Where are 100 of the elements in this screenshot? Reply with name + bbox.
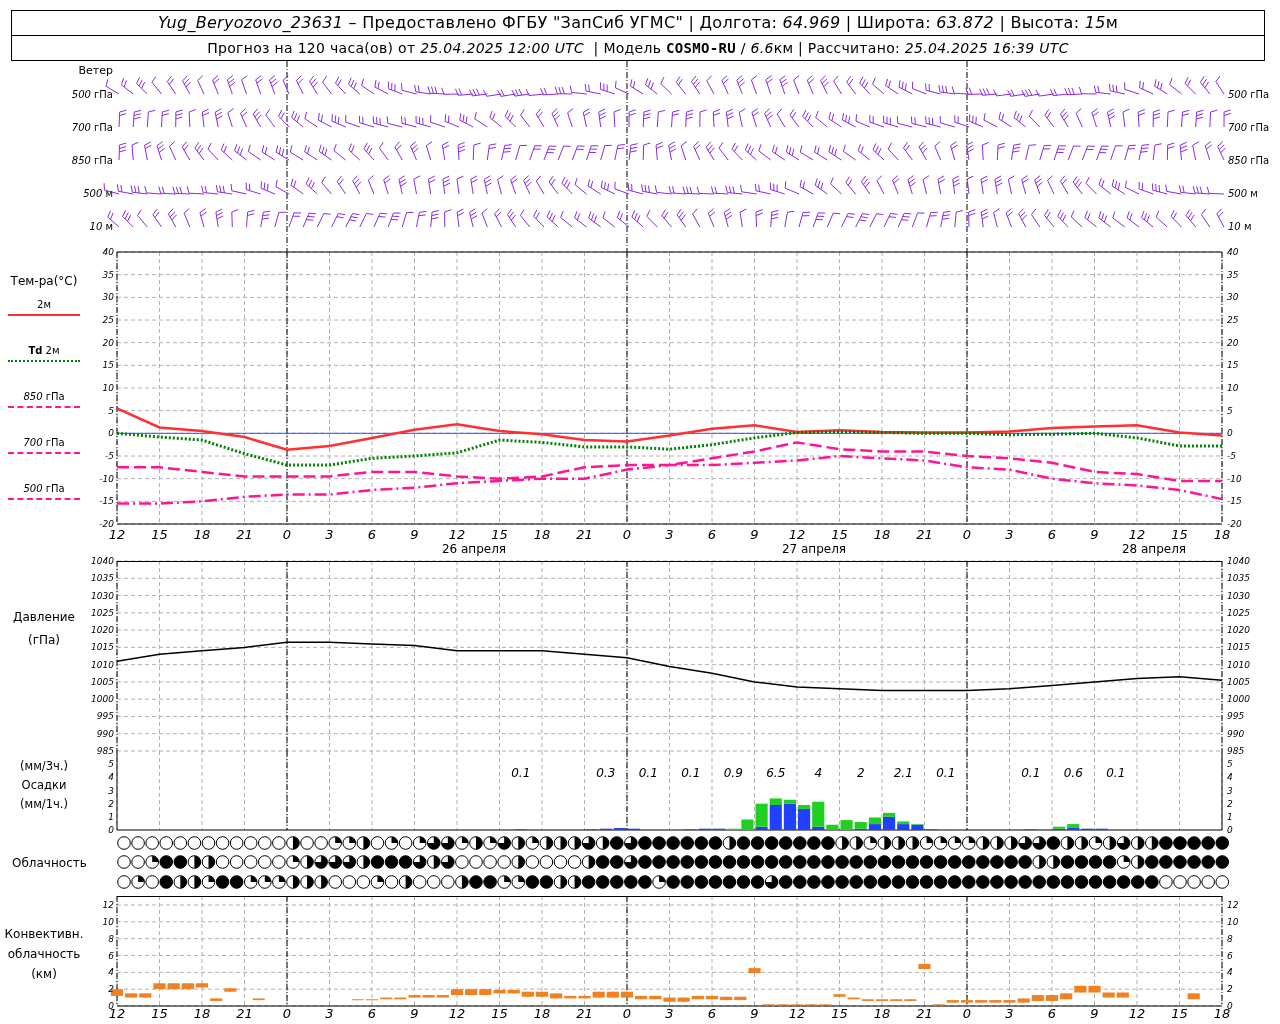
axis-tick-label: 6: [1047, 527, 1057, 542]
axis-tick-label: 1035: [91, 573, 114, 584]
axis-tick-label: 15: [102, 360, 114, 371]
axis-tick-label: 40: [102, 247, 114, 257]
axis-tick-label: 1030: [91, 590, 114, 601]
axis-tick-label: 1020: [1227, 625, 1250, 636]
axis-tick-label: 0: [962, 1006, 972, 1021]
axis-tick-label: 5: [108, 759, 114, 770]
axis-tick-label: -20: [99, 519, 114, 529]
axis-tick-label: 0: [622, 527, 632, 542]
day-label: 27 апреля: [781, 542, 847, 556]
legend-label: 850 гПа: [23, 390, 65, 404]
precipitation-total: 4: [814, 766, 823, 780]
axis-tick-label: 5: [108, 405, 114, 416]
day-label: 28 апреля: [1121, 542, 1187, 556]
axis-tick-label: 0: [622, 1006, 632, 1021]
axis-tick-label: 12: [102, 900, 114, 910]
axis-tick-label: 8: [1227, 933, 1233, 944]
axis-tick-label: -15: [99, 496, 114, 507]
precipitation-label: Осадки: [21, 777, 67, 794]
axis-tick-label: 15: [1171, 527, 1188, 542]
axis-tick-label: 15: [831, 1006, 848, 1021]
axis-tick-label: 9: [750, 527, 759, 542]
axis-tick-label: 15: [1227, 360, 1239, 371]
axis-tick-label: 6: [367, 527, 377, 542]
axis-tick-label: 1015: [1227, 642, 1250, 653]
axis-tick-label: 4: [108, 772, 114, 783]
axis-tick-label: 18: [193, 1006, 211, 1021]
day-label: 26 апреля: [441, 542, 507, 556]
axis-tick-label: 21: [916, 527, 933, 542]
axis-tick-label: 35: [1227, 269, 1239, 280]
legend-label: Td 2м: [28, 344, 60, 358]
axis-tick-label: 35: [102, 269, 114, 280]
axis-tick-label: 3: [325, 527, 334, 542]
axis-tick-label: 8: [108, 933, 114, 944]
axis-tick-label: 1025: [91, 607, 114, 618]
header-line: Yug_Beryozovo_23631 – Предоставлено ФГБУ "ЗапСиб УГМС" | Долгота: 64.969 | Широта: 63.872 | Высота: 15м: [12, 11, 1264, 36]
axis-tick-label: 2: [1227, 984, 1233, 995]
axis-tick-label: 3: [1227, 785, 1233, 796]
axis-tick-label: 40: [1227, 247, 1239, 257]
axis-tick-label: 2: [1227, 798, 1233, 809]
level-label: 700 гПа: [71, 121, 113, 135]
axis-tick-label: 6: [707, 527, 717, 542]
axis-tick-label: 30: [1227, 292, 1239, 303]
precipitation-total: 0.1: [1021, 766, 1041, 780]
axis-tick-label: 0: [1227, 428, 1233, 439]
pressure-label: Давление: [13, 609, 75, 626]
precipitation-total: 2.1: [893, 766, 913, 780]
axis-tick-label: 15: [491, 1006, 508, 1021]
axis-tick-label: 0: [108, 825, 114, 835]
axis-tick-label: 6: [108, 950, 114, 961]
axis-tick-label: 6: [367, 1006, 377, 1021]
axis-tick-label: 12: [448, 1006, 466, 1021]
level-label: 500 гПа: [71, 88, 113, 102]
axis-tick-label: -20: [1227, 519, 1242, 529]
axis-tick-label: -15: [1227, 496, 1242, 507]
axis-tick-label: 9: [1090, 1006, 1099, 1021]
axis-tick-label: 3: [1005, 1006, 1014, 1021]
precipitation-total: 0.3: [596, 766, 616, 780]
axis-tick-label: -10: [99, 473, 114, 484]
axis-tick-label: 0: [282, 527, 292, 542]
level-label: 850 гПа: [1228, 154, 1270, 168]
axis-tick-label: 20: [102, 337, 114, 348]
axis-tick-label: 21: [576, 1006, 593, 1021]
axis-tick-label: 4: [1227, 967, 1233, 978]
axis-tick-label: 1040: [1227, 556, 1250, 566]
axis-tick-label: 10: [102, 916, 114, 927]
axis-tick-label: 1040: [91, 556, 114, 566]
level-label: 500 м: [83, 187, 113, 201]
axis-tick-label: 995: [1227, 711, 1245, 722]
axis-tick-label: 990: [1227, 728, 1245, 739]
axis-tick-label: 30: [102, 292, 114, 303]
axis-tick-label: 12: [788, 527, 806, 542]
axis-tick-label: 1030: [1227, 590, 1250, 601]
axis-tick-label: 3: [665, 527, 674, 542]
axis-tick-label: 3: [1005, 527, 1014, 542]
axis-tick-label: 18: [1213, 527, 1231, 542]
pressure-label: (гПа): [27, 632, 60, 649]
axis-tick-label: 9: [410, 527, 419, 542]
precipitation-total: 0.1: [936, 766, 956, 780]
axis-tick-label: 5: [1227, 405, 1233, 416]
level-label: 500 гПа: [1228, 88, 1270, 102]
precipitation-total: 6.5: [766, 766, 786, 780]
level-label: 500 м: [1228, 187, 1259, 201]
axis-tick-label: 2: [108, 984, 114, 995]
axis-tick-label: -10: [1227, 473, 1242, 484]
header-line: Прогноз на 120 часа(ов) от 25.04.2025 12:00 UTC | Модель COSMO-RU / 6.6км | Рассчитано: 25.04.2025 16:39 UTC: [206, 39, 1070, 59]
axis-tick-label: 12: [448, 527, 466, 542]
axis-tick-label: 12: [1227, 900, 1239, 910]
axis-tick-label: 3: [665, 1006, 674, 1021]
axis-tick-label: 18: [193, 527, 211, 542]
level-label: 10 м: [89, 220, 113, 234]
axis-tick-label: 6: [1227, 950, 1233, 961]
axis-tick-label: -5: [1227, 451, 1236, 461]
axis-tick-label: 1015: [91, 642, 114, 653]
legend-label: 700 гПа: [23, 436, 65, 450]
axis-tick-label: 21: [576, 527, 593, 542]
level-label: 10 м: [1228, 220, 1253, 234]
axis-tick-label: 10: [1227, 916, 1239, 927]
axis-tick-label: 985: [96, 746, 114, 756]
